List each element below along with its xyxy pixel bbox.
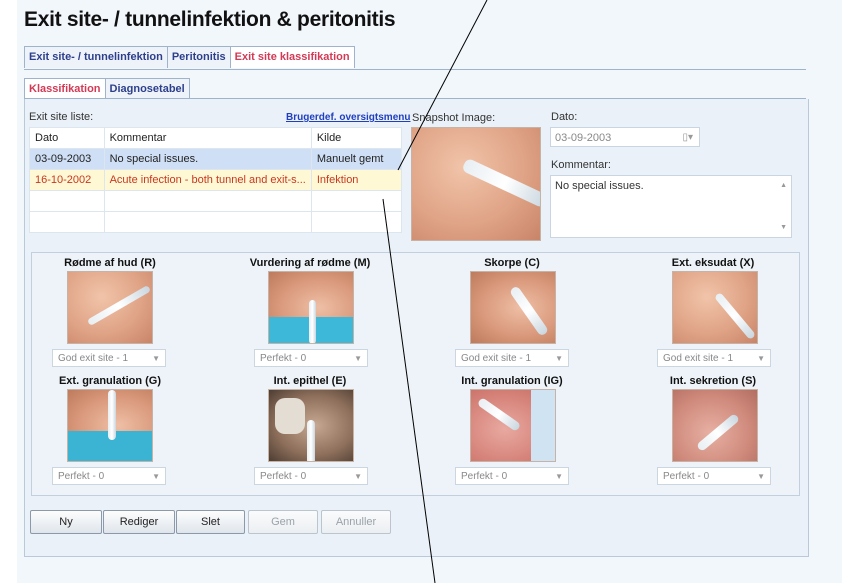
callout-line-bottom: [382, 198, 436, 583]
callout-line-top: [397, 0, 488, 171]
callout-lines: [382, 0, 488, 583]
